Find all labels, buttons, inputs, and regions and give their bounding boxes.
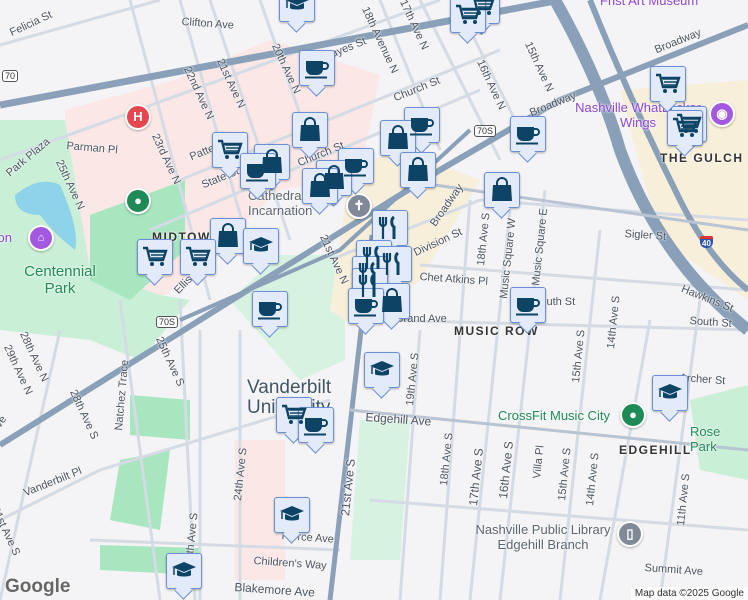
shopping-bag-icon: [299, 117, 321, 142]
coffee-marker[interactable]: [510, 116, 546, 152]
shopping-bag-icon: [387, 125, 409, 150]
shopping-marker[interactable]: [210, 218, 246, 254]
coffee-marker[interactable]: [299, 50, 335, 86]
shopping-marker[interactable]: [292, 112, 328, 148]
map-attribution[interactable]: Map data ©2025 Google: [630, 587, 748, 600]
cart-icon: [671, 117, 698, 139]
graduation-cap-icon: [279, 505, 305, 522]
poi-rose-park[interactable]: Rose Park: [690, 424, 744, 454]
coffee-marker[interactable]: [240, 153, 276, 189]
shopping-marker[interactable]: [380, 120, 416, 156]
coffee-marker[interactable]: [252, 291, 288, 327]
education-marker[interactable]: [279, 0, 315, 22]
cart-icon: [216, 139, 243, 161]
education-marker[interactable]: [274, 497, 310, 533]
coffee-marker[interactable]: [298, 407, 334, 443]
poi-crossfit-music-city[interactable]: CrossFit Music City: [498, 408, 610, 423]
grocery-marker[interactable]: [650, 66, 686, 102]
coffee-marker[interactable]: [348, 288, 384, 324]
education-marker[interactable]: [652, 375, 688, 411]
graduation-cap-icon: [248, 236, 274, 253]
coffee-marker[interactable]: [510, 287, 546, 323]
shopping-bag-icon: [381, 288, 403, 313]
us-70-shield: 70: [2, 70, 19, 82]
poi-frist-art-museum[interactable]: Frist Art Museum: [600, 0, 698, 8]
graduation-cap-icon: [369, 360, 395, 377]
graduation-cap-icon: [284, 0, 310, 11]
coffee-cup-icon: [409, 117, 434, 137]
grocery-marker[interactable]: [667, 110, 703, 146]
shopping-marker[interactable]: [302, 168, 338, 204]
coffee-cup-icon: [257, 301, 282, 321]
education-marker[interactable]: [166, 553, 202, 589]
coffee-cup-icon: [515, 126, 540, 146]
education-marker[interactable]: [243, 228, 279, 264]
park-icon[interactable]: ●: [125, 188, 151, 214]
us-70s-shield: 70S: [156, 316, 179, 328]
grocery-marker[interactable]: [212, 132, 248, 168]
neighborhood-label: THE GULCH: [660, 151, 744, 165]
poi-centennial-park[interactable]: Centennial Park: [15, 263, 105, 297]
grocery-marker[interactable]: [450, 0, 486, 33]
us-70s-shield: 70S: [474, 125, 497, 137]
library-icon[interactable]: ▯: [617, 521, 643, 547]
shopping-bag-icon: [407, 157, 429, 182]
shopping-bag-icon: [491, 177, 513, 202]
graduation-cap-icon: [171, 561, 197, 578]
restaurant-marker[interactable]: [372, 210, 408, 246]
google-logo: Google: [5, 576, 71, 597]
coffee-cup-icon: [515, 297, 540, 317]
cart-icon: [454, 4, 481, 26]
shopping-bag-icon: [217, 223, 239, 248]
neighborhood-label: EDGEHILL: [619, 443, 692, 457]
gym-icon[interactable]: ●: [620, 402, 646, 428]
i-40-shield: 40: [700, 236, 713, 248]
graduation-cap-icon: [657, 383, 683, 400]
cart-icon: [141, 246, 168, 268]
coffee-cup-icon: [304, 60, 329, 80]
shopping-bag-icon: [309, 173, 331, 198]
cart-icon: [184, 246, 211, 268]
fork-knife-icon: [382, 251, 400, 277]
coffee-cup-icon: [303, 417, 328, 437]
museum-icon[interactable]: ⌂: [28, 225, 54, 251]
shopping-marker[interactable]: [400, 152, 436, 188]
grocery-marker[interactable]: [137, 239, 173, 275]
church-icon[interactable]: ✝: [346, 193, 372, 219]
cart-icon: [654, 73, 681, 95]
fork-knife-icon: [378, 215, 396, 241]
camera-icon[interactable]: ◉: [709, 101, 735, 127]
poi-parthenon[interactable]: Parthenon: [0, 230, 12, 245]
poi-library[interactable]: Nashville Public Library Edgehill Branch: [468, 522, 618, 552]
education-marker[interactable]: [364, 352, 400, 388]
shopping-marker[interactable]: [484, 172, 520, 208]
coffee-cup-icon: [353, 298, 378, 318]
grocery-marker[interactable]: [180, 239, 216, 275]
hospital-icon[interactable]: H: [125, 104, 151, 130]
coffee-cup-icon: [245, 163, 270, 183]
